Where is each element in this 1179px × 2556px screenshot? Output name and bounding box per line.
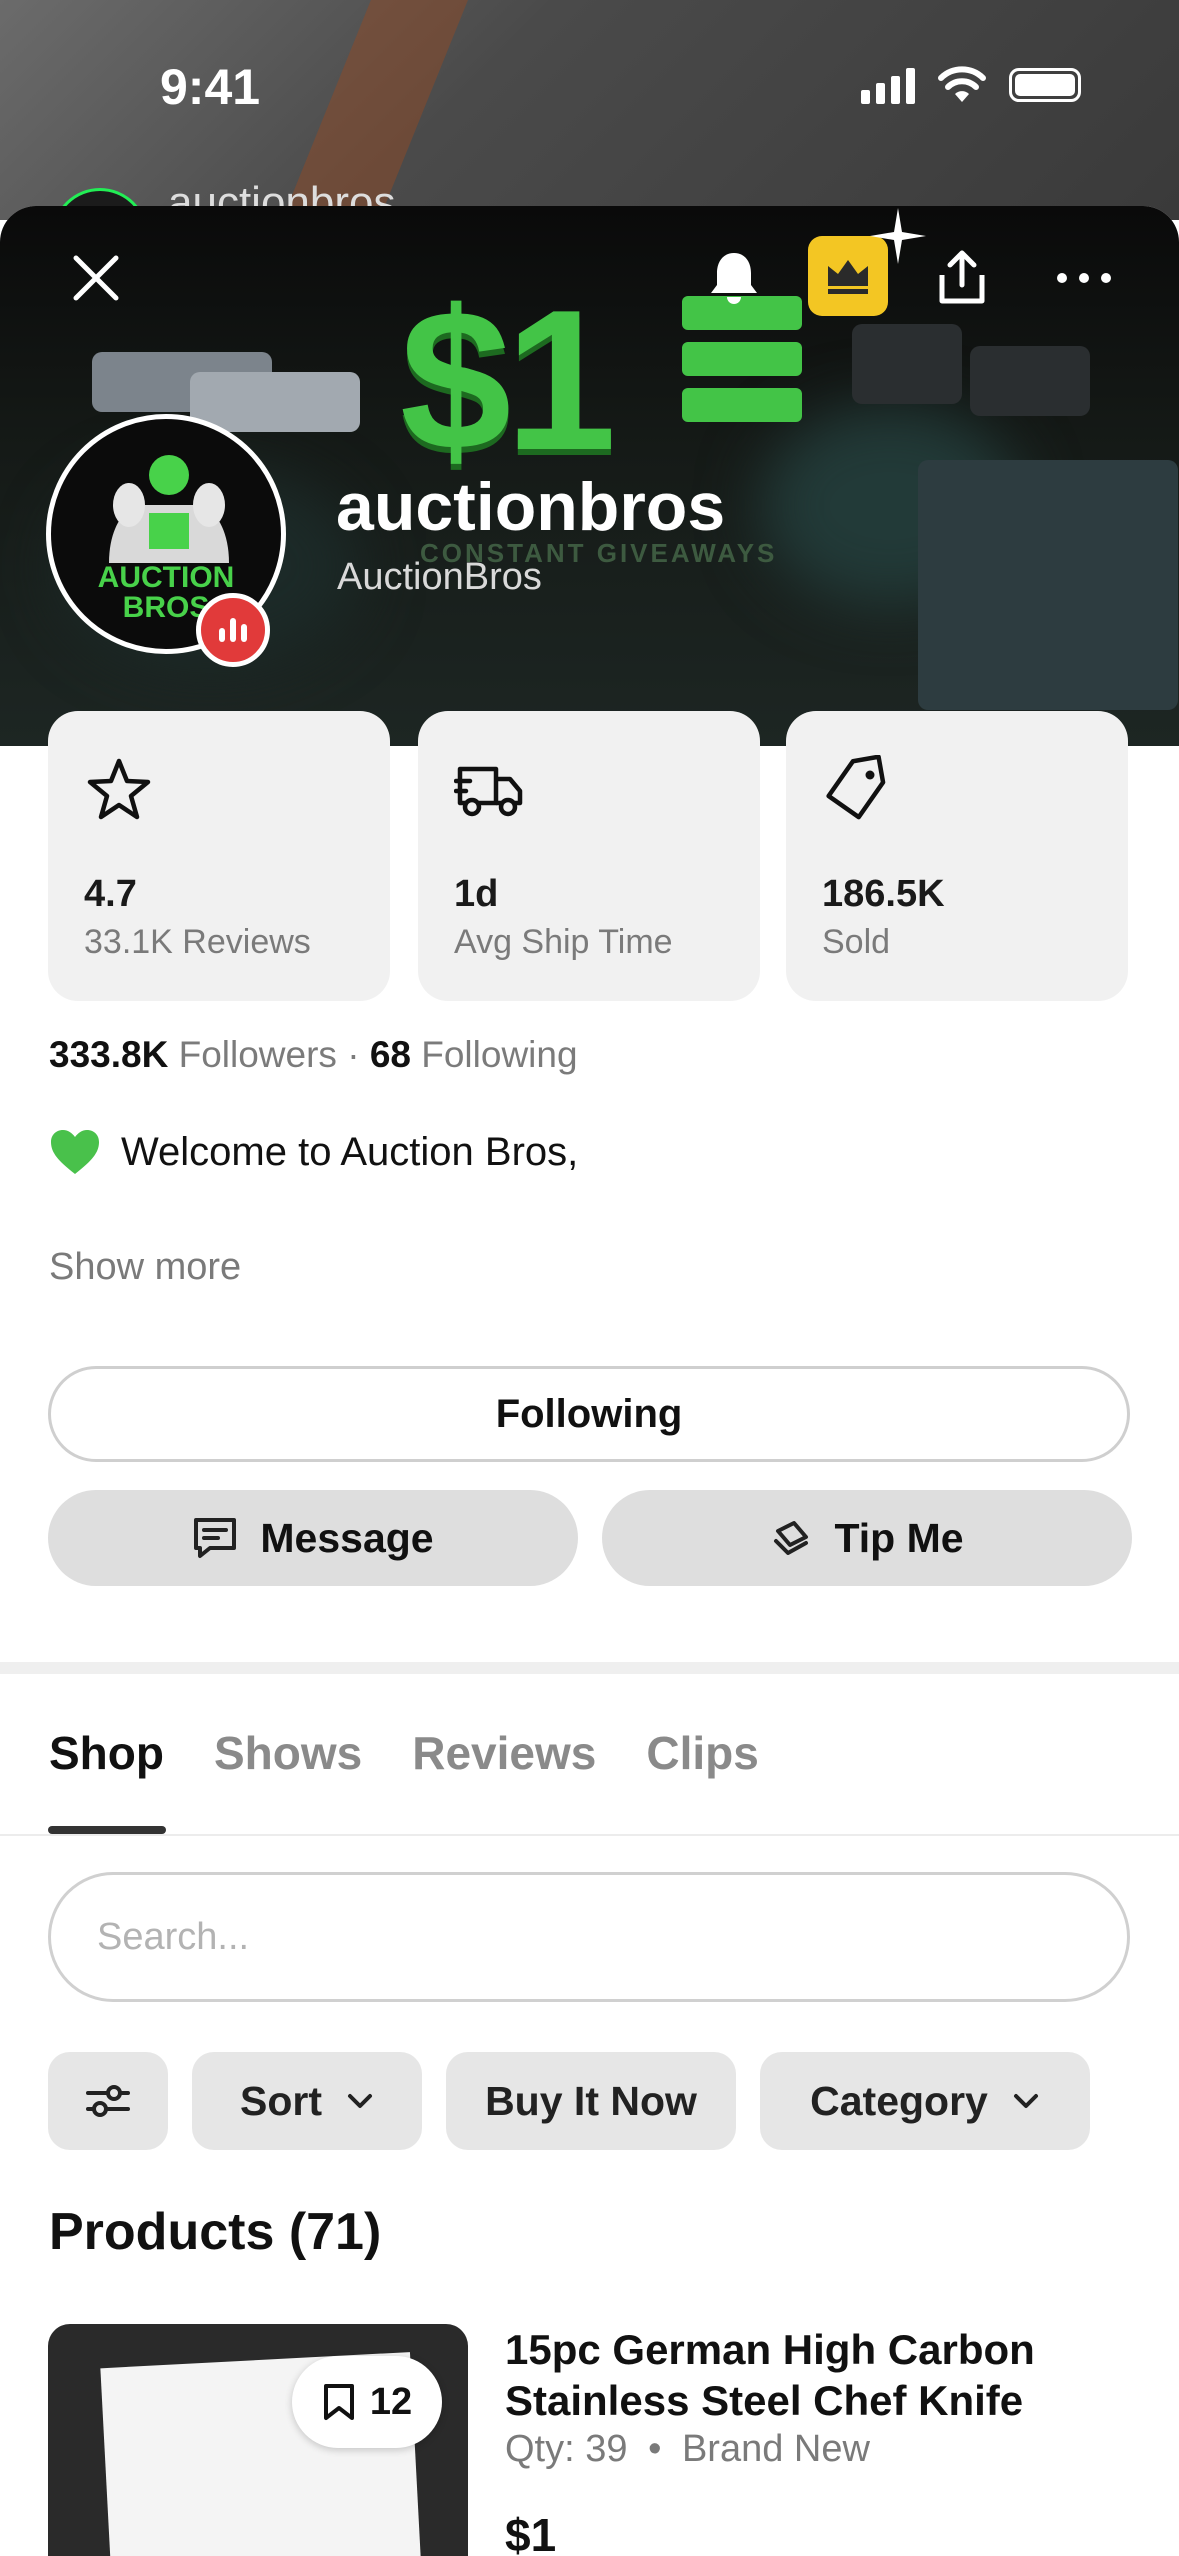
following-count: 68 [369, 1034, 411, 1075]
tab-shop[interactable]: Shop [49, 1726, 164, 1780]
ship-time-stat-card[interactable]: 1d Avg Ship Time [418, 711, 760, 1001]
chat-bubble-icon [194, 1518, 237, 1558]
bio-text: Welcome to Auction Bros, [121, 1129, 579, 1174]
share-icon [939, 250, 985, 304]
follow-counts: 333.8K Followers · 68 Following [49, 1034, 578, 1076]
chevron-down-icon [348, 2094, 372, 2108]
bookmark-icon [323, 2384, 354, 2420]
products-heading: Products (71) [49, 2203, 382, 2261]
display-name: AuctionBros [337, 556, 542, 598]
category-label: Category [810, 2077, 988, 2124]
bookmark-button[interactable]: 12 [292, 2356, 442, 2448]
rating-label: 33.1K Reviews [84, 923, 311, 961]
close-icon[interactable] [68, 250, 124, 306]
followers-label: Followers [178, 1034, 337, 1075]
tab-shows[interactable]: Shows [214, 1726, 362, 1780]
username: auctionbros [336, 469, 726, 545]
notification-bell-button[interactable] [696, 240, 772, 316]
profile-sheet: $1 CONSTANT GIVEAWAYS AUCTION BROS aucti… [0, 206, 1179, 2556]
separator: · [347, 1034, 360, 1075]
star-icon [87, 758, 151, 820]
profile-tabs: Shop Shows Reviews Clips [49, 1726, 759, 1780]
show-more-link[interactable]: Show more [49, 1246, 241, 1289]
ship-time-label: Avg Ship Time [454, 923, 673, 961]
ship-time-value: 1d [454, 873, 499, 915]
banner-headline: $1 [400, 269, 616, 492]
tip-me-button-label: Tip Me [834, 1514, 964, 1561]
followers-count: 333.8K [49, 1034, 169, 1075]
sold-label: Sold [822, 923, 891, 961]
meta-separator: • [648, 2428, 662, 2470]
chevron-down-icon [1013, 2094, 1038, 2108]
tab-clips[interactable]: Clips [646, 1726, 758, 1780]
more-icon [1057, 273, 1111, 283]
buy-it-now-label: Buy It Now [485, 2077, 697, 2124]
followers-link[interactable]: 333.8K Followers [49, 1034, 337, 1075]
bookmark-count: 12 [369, 2380, 413, 2423]
sold-stat-card[interactable]: 186.5K Sold [786, 711, 1128, 1001]
rating-value: 4.7 [84, 873, 137, 915]
active-tab-indicator [48, 1826, 166, 1834]
banner-camera-image [970, 346, 1090, 416]
avatar-logo-icon [109, 455, 229, 563]
bio: Welcome to Auction Bros, [49, 1128, 578, 1176]
share-button[interactable] [924, 240, 1000, 316]
tag-icon [826, 755, 886, 820]
more-options-button[interactable] [1046, 240, 1122, 316]
tip-icon [774, 1521, 809, 1555]
banner-console-image [190, 372, 360, 432]
section-divider [0, 1662, 1179, 1674]
wifi-icon [938, 66, 986, 102]
filter-button[interactable] [48, 2052, 168, 2150]
filter-sliders-icon [86, 2085, 130, 2117]
banner-camera-image [852, 324, 962, 404]
following-button-label: Following [495, 1391, 683, 1436]
banner-graphic [682, 296, 802, 434]
following-link[interactable]: 68 Following [370, 1034, 578, 1075]
crown-icon [828, 260, 868, 294]
green-heart-icon [51, 1130, 99, 1174]
message-button[interactable]: Message [48, 1490, 578, 1586]
battery-icon [1009, 68, 1081, 102]
sort-dropdown[interactable]: Sort [192, 2052, 422, 2150]
cellular-signal-icon [861, 66, 915, 104]
product-condition: Brand New [681, 2428, 870, 2470]
avatar-text-line1: AUCTION [97, 561, 235, 594]
following-label: Following [421, 1034, 578, 1075]
truck-icon [454, 766, 523, 817]
message-button-label: Message [260, 1514, 434, 1561]
rating-stat-card[interactable]: 4.7 33.1K Reviews [48, 711, 390, 1001]
tabs-divider [0, 1834, 1179, 1836]
tab-reviews[interactable]: Reviews [412, 1726, 596, 1780]
status-time: 9:41 [160, 59, 261, 115]
product-title[interactable]: 15pc German High Carbon Stainless Steel … [505, 2324, 1125, 2426]
following-button[interactable]: Following [48, 1366, 1130, 1462]
bell-icon [711, 253, 757, 304]
sort-label: Sort [240, 2077, 322, 2124]
category-dropdown[interactable]: Category [760, 2052, 1090, 2150]
sold-value: 186.5K [822, 873, 945, 915]
product-meta: Qty: 39 • Brand New [505, 2428, 870, 2471]
product-qty: Qty: 39 [505, 2428, 628, 2470]
sparkle-icon [870, 208, 926, 264]
search-input[interactable] [48, 1872, 1130, 2002]
banner-tablet-image [918, 460, 1178, 710]
tip-me-button[interactable]: Tip Me [602, 1490, 1132, 1586]
live-badge[interactable] [196, 593, 270, 667]
buy-it-now-filter[interactable]: Buy It Now [446, 2052, 736, 2150]
product-price: $1 [505, 2509, 557, 2556]
status-icons [861, 66, 1081, 104]
